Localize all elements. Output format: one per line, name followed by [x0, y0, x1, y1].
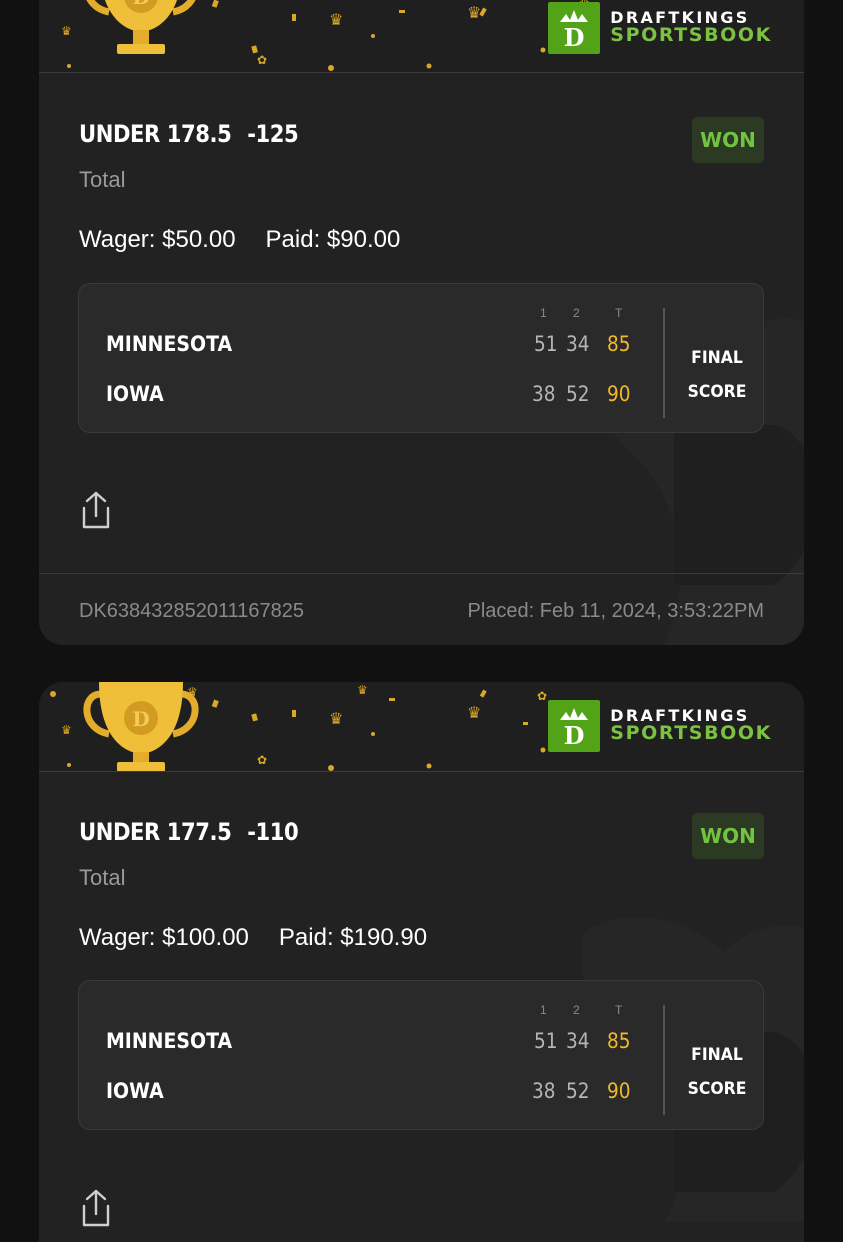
team-period-2-score: 34 [566, 332, 590, 356]
team-period-1-score: 38 [532, 1079, 556, 1103]
team-total-score: 90 [607, 1079, 631, 1103]
draftkings-sportsbook-logo: D DRAFTKINGS SPORTSBOOK [548, 700, 772, 752]
period-2-header: 2 [573, 1003, 580, 1017]
selection-label: UNDER 177.5 [79, 818, 232, 846]
placed-timestamp: Placed: Feb 11, 2024, 3:53:22PM [467, 600, 765, 622]
team-name: MINNESOTA [106, 1029, 233, 1053]
svg-text:✿: ✿ [257, 53, 267, 67]
svg-text:♛: ♛ [357, 683, 368, 697]
wager-paid-row: Wager: $50.00 Paid: $90.00 [79, 226, 400, 254]
paid-amount: Paid: $190.90 [278, 924, 428, 951]
period-1-header: 1 [540, 306, 547, 320]
draftkings-crown-icon: D [548, 700, 601, 752]
svg-text:D: D [564, 23, 585, 50]
brand-subtitle: SPORTSBOOK [610, 722, 772, 745]
wager-amount: Wager: $100.00 [79, 924, 249, 951]
share-icon[interactable] [79, 1188, 113, 1228]
svg-text:♛: ♛ [329, 10, 343, 29]
selection-label: UNDER 178.5 [79, 120, 232, 148]
ticket-id: DK638432852011167825 [79, 600, 305, 622]
draftkings-crown-icon: D [548, 2, 601, 54]
final-score-label: FINAL SCORE [687, 1045, 747, 1099]
share-icon[interactable] [79, 490, 113, 530]
svg-text:♛: ♛ [61, 723, 72, 737]
final-score-label: FINAL SCORE [687, 348, 747, 402]
footer-divider [39, 573, 804, 574]
odds-label: -125 [247, 120, 299, 148]
status-badge: WON [692, 813, 764, 859]
svg-text:✿: ✿ [537, 689, 547, 703]
wager-amount: Wager: $50.00 [79, 226, 236, 253]
team-name: MINNESOTA [106, 332, 233, 356]
team-period-1-score: 51 [534, 1029, 558, 1053]
svg-text:♛: ♛ [61, 24, 72, 38]
bet-card[interactable]: ♛ ♛ ♛ ✿ ♛ D D DRAFTKINGS [39, 0, 804, 645]
bet-type-label: Total [79, 865, 126, 890]
brand-subtitle: SPORTSBOOK [610, 24, 772, 47]
celebration-banner: ♛ ♛ ♛ ♛ ♛ ✿ ✿ D D DRAFTKINGS SPORTSBOOK [39, 682, 804, 772]
paid-amount: Paid: $90.00 [265, 226, 401, 253]
bet-selection: UNDER 177.5 -110 [79, 818, 299, 846]
scoreboard[interactable]: 1 2 T MINNESOTA 51 34 85 IOWA 38 52 90 F… [78, 980, 764, 1130]
bet-card[interactable]: ♛ ♛ ♛ ♛ ♛ ✿ ✿ D D DRAFTKINGS SPORTSBOOK … [39, 682, 804, 1242]
scoreboard[interactable]: 1 2 T MINNESOTA 51 34 85 IOWA 38 52 90 F… [78, 283, 764, 433]
svg-text:♛: ♛ [329, 709, 343, 728]
celebration-banner: ♛ ♛ ♛ ✿ ♛ D D DRAFTKINGS [39, 0, 804, 73]
total-header: T [615, 1003, 623, 1017]
score-divider [663, 308, 665, 418]
team-total-score: 85 [607, 332, 631, 356]
team-period-2-score: 52 [566, 382, 590, 406]
team-total-score: 85 [607, 1029, 631, 1053]
total-header: T [615, 306, 623, 320]
svg-text:D: D [132, 0, 149, 9]
trophy-icon: D [83, 682, 199, 771]
svg-text:D: D [132, 707, 149, 731]
svg-text:D: D [564, 721, 585, 748]
bet-type-label: Total [79, 167, 126, 192]
team-name: IOWA [106, 382, 164, 406]
team-period-2-score: 52 [566, 1079, 590, 1103]
period-2-header: 2 [573, 306, 580, 320]
team-period-1-score: 51 [534, 332, 558, 356]
svg-text:♛: ♛ [467, 3, 481, 22]
wager-paid-row: Wager: $100.00 Paid: $190.90 [79, 924, 427, 952]
period-1-header: 1 [540, 1003, 547, 1017]
status-badge: WON [692, 117, 764, 163]
svg-text:✿: ✿ [257, 753, 267, 767]
team-period-2-score: 34 [566, 1029, 590, 1053]
team-total-score: 90 [607, 382, 631, 406]
odds-label: -110 [247, 818, 299, 846]
bet-selection: UNDER 178.5 -125 [79, 120, 299, 148]
svg-text:♛: ♛ [467, 703, 481, 722]
score-divider [663, 1005, 665, 1115]
draftkings-sportsbook-logo: D DRAFTKINGS SPORTSBOOK [548, 2, 772, 54]
trophy-icon: D [86, 0, 196, 54]
team-name: IOWA [106, 1079, 164, 1103]
team-period-1-score: 38 [532, 382, 556, 406]
